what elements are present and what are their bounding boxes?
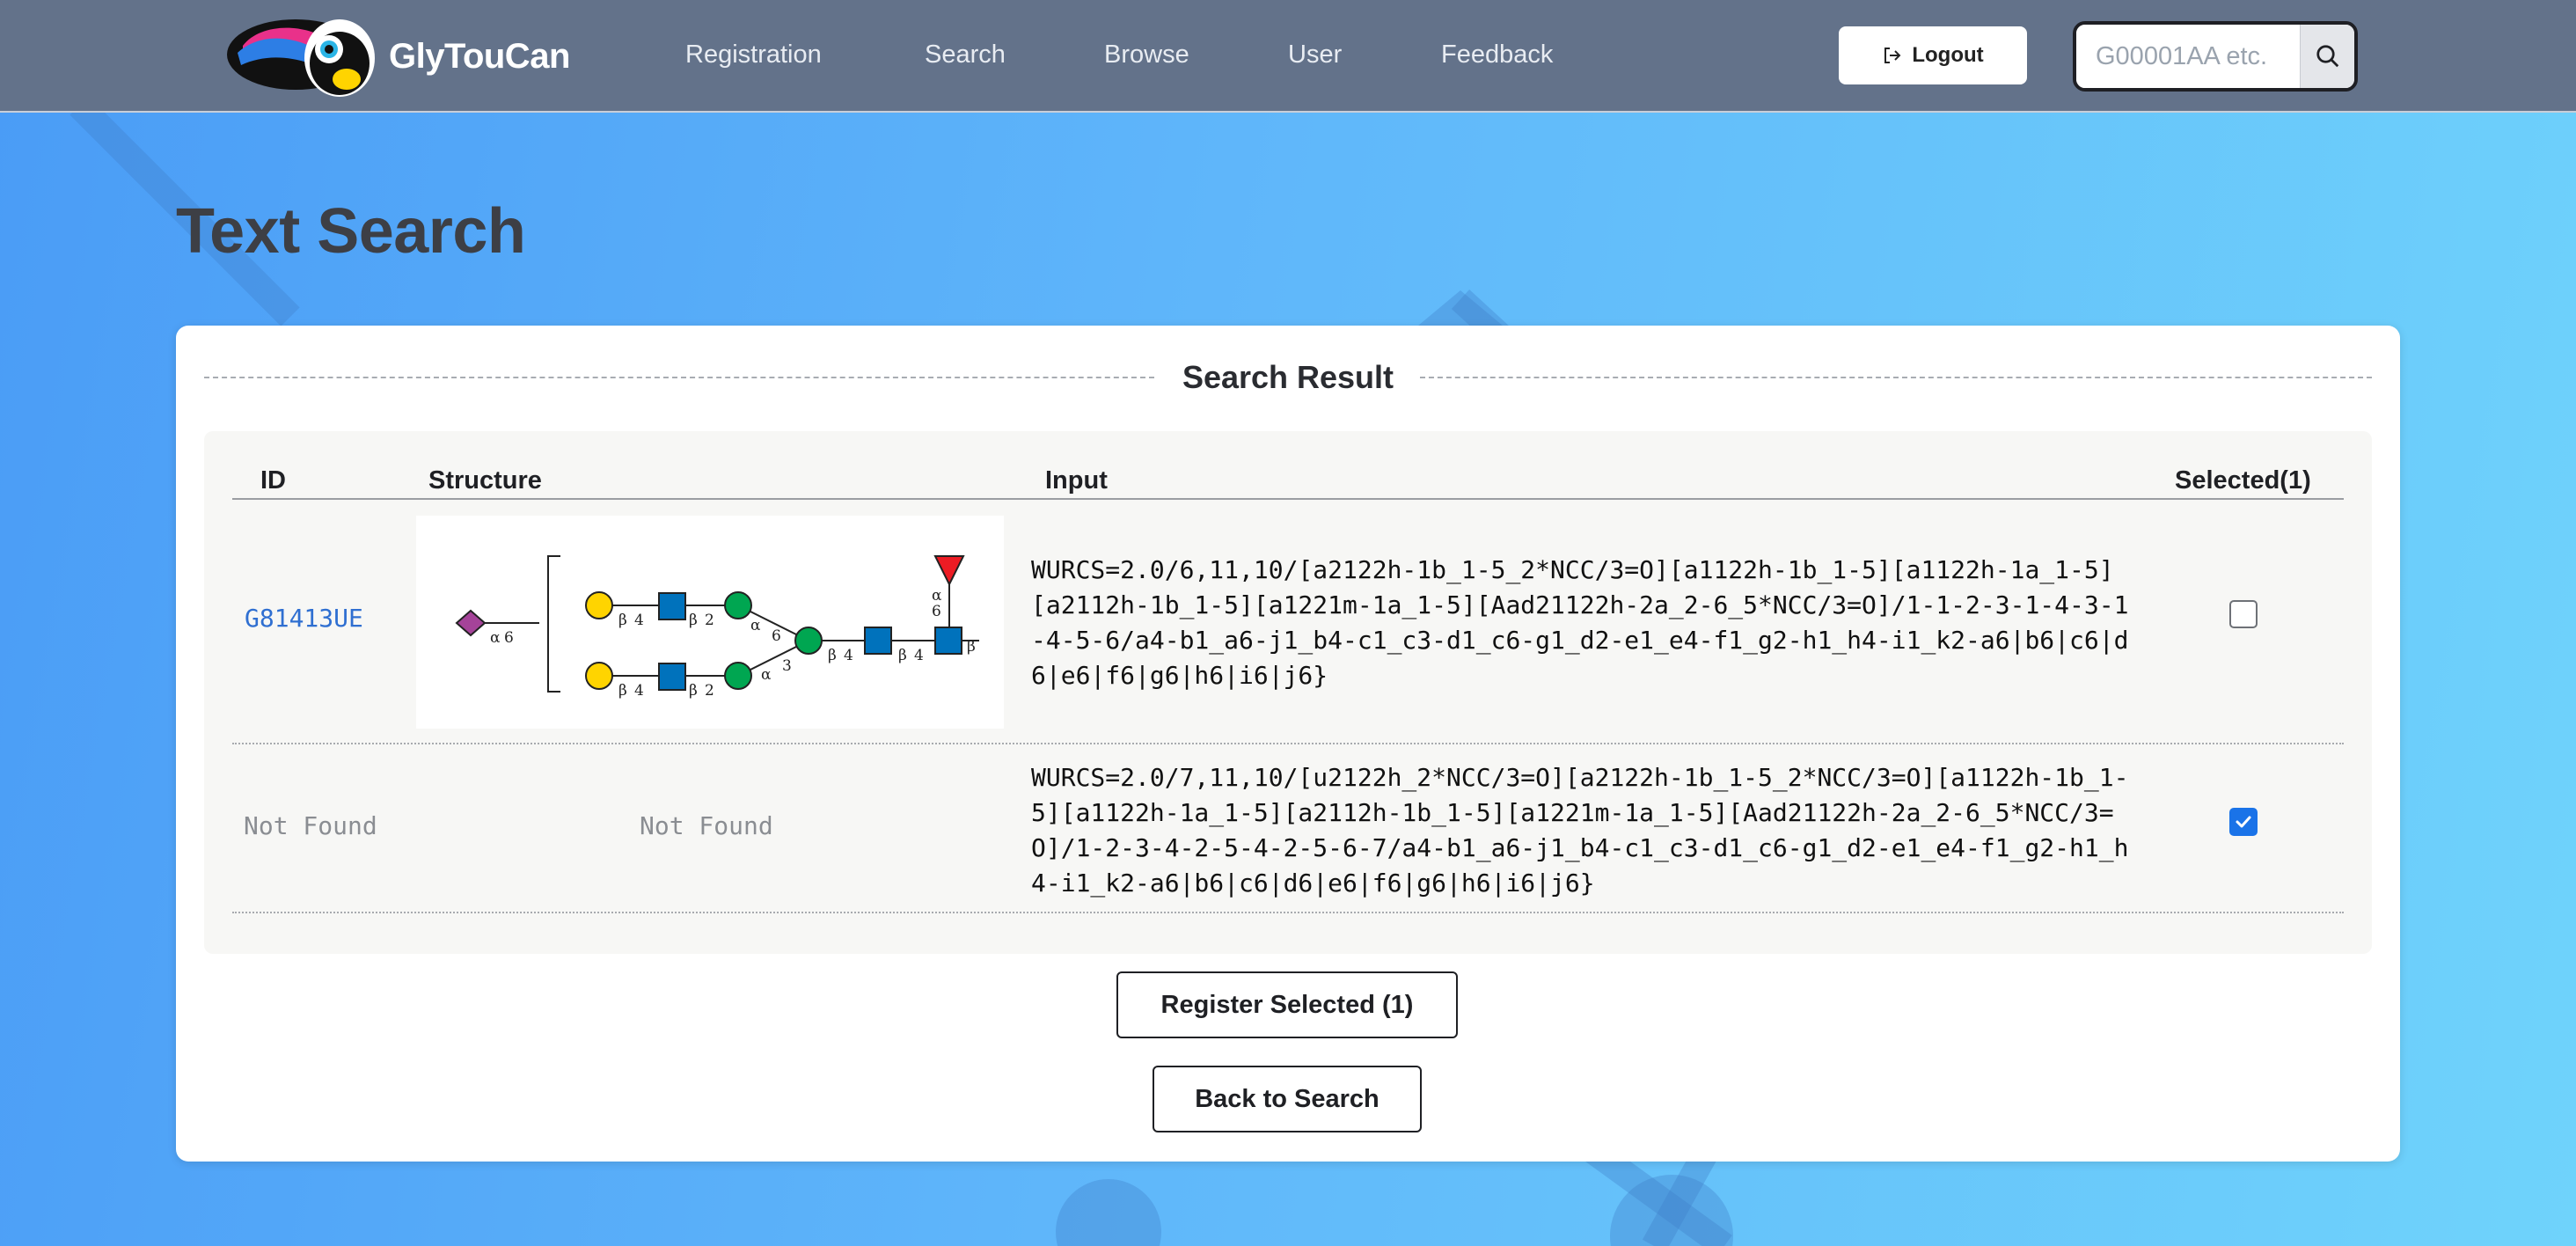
svg-text:6: 6 — [932, 603, 941, 620]
wurcs-input-text: WURCS=2.0/7,11,10/[u2122h_2*NCC/3=O][a21… — [1031, 763, 2129, 898]
legend-divider-right — [1420, 377, 2372, 378]
logout-button[interactable]: Logout — [1839, 26, 2027, 84]
brand[interactable]: GlyTouCan — [225, 14, 570, 99]
id-search-box — [2073, 21, 2358, 92]
glycan-id-not-found: Not Found — [244, 811, 377, 840]
back-to-search-button[interactable]: Back to Search — [1153, 1066, 1422, 1132]
nav-registration[interactable]: Registration — [685, 40, 822, 70]
nav-feedback[interactable]: Feedback — [1441, 40, 1553, 70]
column-header-input: Input — [1045, 466, 1108, 495]
nav-search[interactable]: Search — [925, 40, 1006, 70]
svg-text:β: β — [967, 638, 976, 656]
wurcs-input-text: WURCS=2.0/6,11,10/[a2122h-1b_1-5_2*NCC/3… — [1031, 555, 2129, 690]
sialic-acid-diamond — [455, 609, 487, 637]
svg-text:α: α — [750, 617, 761, 634]
logout-icon — [1884, 48, 1901, 63]
svg-text:6: 6 — [504, 629, 514, 647]
svg-text:4: 4 — [634, 612, 644, 629]
svg-text:β: β — [898, 647, 907, 664]
svg-text:β: β — [618, 682, 627, 700]
header-divider — [232, 498, 2344, 500]
id-search-input[interactable] — [2076, 25, 2300, 88]
glycan-diagram: α 6 β 4 β 4 β 2 β 2 α 6 α 3 β 4 β 4 α 6 … — [455, 555, 979, 700]
svg-text:2: 2 — [705, 682, 714, 700]
top-navbar: GlyTouCan Registration Search Browse Use… — [0, 0, 2576, 113]
column-header-selected: Selected(1) — [2175, 466, 2311, 495]
svg-text:β: β — [618, 612, 627, 629]
svg-text:β: β — [689, 682, 698, 700]
toucan-logo-icon — [227, 19, 375, 97]
select-checkbox[interactable] — [2229, 600, 2258, 628]
search-button[interactable] — [2300, 25, 2354, 88]
select-checkbox-checked[interactable] — [2229, 808, 2258, 836]
column-header-structure: Structure — [428, 466, 542, 495]
svg-text:3: 3 — [782, 657, 792, 675]
svg-text:4: 4 — [634, 682, 644, 700]
structure-not-found: Not Found — [640, 811, 773, 840]
logout-label: Logout — [1912, 43, 1984, 67]
svg-text:α: α — [761, 666, 772, 684]
row-divider — [232, 743, 2344, 744]
svg-text:β: β — [828, 647, 837, 664]
page-title: Text Search — [176, 196, 526, 267]
svg-text:α: α — [490, 629, 501, 647]
row-divider — [232, 912, 2344, 913]
svg-text:4: 4 — [914, 647, 924, 664]
checkmark-icon — [2236, 816, 2251, 828]
fucose-triangle — [933, 555, 965, 587]
column-header-id: ID — [260, 466, 286, 495]
results-table: ID Structure Input Selected(1) G81413UE — [204, 431, 2372, 954]
search-icon — [2316, 45, 2338, 68]
svg-text:β: β — [689, 612, 698, 629]
svg-text:6: 6 — [772, 627, 781, 645]
svg-text:2: 2 — [705, 612, 714, 629]
nav-user[interactable]: User — [1288, 40, 1342, 70]
nav-browse[interactable]: Browse — [1104, 40, 1189, 70]
register-selected-button[interactable]: Register Selected (1) — [1116, 971, 1458, 1038]
brand-name: GlyTouCan — [389, 36, 570, 76]
glycan-id-link[interactable]: G81413UE — [245, 604, 363, 633]
glycan-structure-image: α 6 β 4 β 4 β 2 β 2 α 6 α 3 β 4 β 4 α 6 … — [416, 516, 1004, 729]
svg-text:4: 4 — [844, 647, 853, 664]
svg-text:α: α — [932, 587, 942, 605]
search-result-card: Search Result ID Structure Input Selecte… — [176, 326, 2400, 1162]
